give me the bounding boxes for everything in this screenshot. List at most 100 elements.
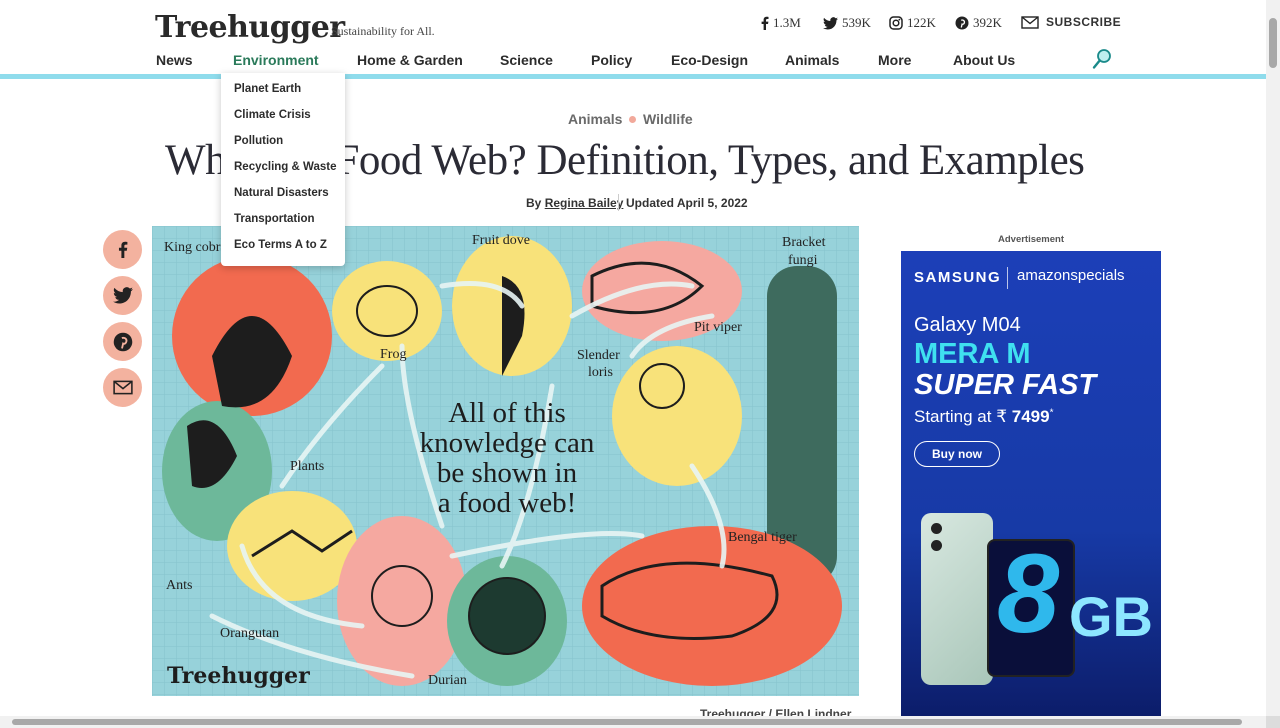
label-bracket-fungi-2: fungi [788,253,818,268]
menu-item-pollution[interactable]: Pollution [234,135,283,147]
search-button[interactable] [1092,48,1112,75]
environment-dropdown-menu: Planet Earth Climate Crisis Pollution Re… [221,73,345,266]
site-tagline: Sustainability for All. [331,24,435,38]
food-web-illustration: King cobra Frog Fruit dove Pit viper Bra… [152,226,859,696]
nav-eco-design[interactable]: Eco-Design [671,52,748,68]
instagram-count: 122K [907,15,936,30]
menu-item-climate-crisis[interactable]: Climate Crisis [234,109,311,121]
ad-price-suffix: * [1049,407,1054,419]
ad-brand-divider [1007,267,1008,289]
share-twitter-button[interactable] [103,276,142,315]
ad-ram-number: 8 [997,531,1060,656]
facebook-link[interactable]: 1.3M [760,15,801,31]
ad-label: Advertisement [998,234,1064,245]
orangutan-blob [337,516,467,686]
share-facebook-button[interactable] [103,230,142,269]
ant-blob [227,491,357,601]
label-fruit-dove: Fruit dove [472,233,530,248]
nav-home-garden[interactable]: Home & Garden [357,52,463,68]
instagram-link[interactable]: 122K [889,15,936,31]
pinterest-icon [113,332,132,351]
label-durian: Durian [428,673,467,688]
pinterest-icon [955,16,969,30]
nav-news[interactable]: News [156,52,193,68]
instagram-icon [889,16,903,30]
breadcrumb: Animals [568,111,622,127]
ad-brand-samsung: SAMSUNG [914,269,1002,286]
label-plants: Plants [290,459,324,474]
ad-price: 7499 [1011,407,1050,426]
author-link[interactable]: Regina Bailey [545,196,624,210]
share-pinterest-button[interactable] [103,322,142,361]
label-king-cobra: King cobra [164,240,227,255]
email-icon [112,380,133,395]
search-icon [1092,49,1111,69]
hero-watermark: Treehugger [167,663,310,689]
breadcrumb-wildlife-wrap: Wildlife [643,111,693,127]
facebook-icon [761,16,769,30]
share-email-button[interactable] [103,368,142,407]
ad-phone-image [921,513,993,685]
loris-blob [612,346,742,486]
breadcrumb-separator [629,116,636,123]
nav-environment[interactable]: Environment [233,52,319,68]
ad-ram-unit: GB [1069,585,1153,648]
menu-item-recycling-waste[interactable]: Recycling & Waste [234,161,336,173]
hero-image: King cobra Frog Fruit dove Pit viper Bra… [152,226,859,696]
ad-price-prefix: Starting at ₹ [914,407,1008,426]
twitter-link[interactable]: 539K [823,15,871,31]
subscribe-label: SUBSCRIBE [1046,15,1122,29]
byline: By Regina Bailey [526,196,623,210]
ad-headline-1: MERA M [914,338,1031,370]
pinterest-count: 392K [973,15,1002,30]
ad-buy-now-button[interactable]: Buy now [914,441,1000,467]
label-bengal-tiger: Bengal tiger [728,530,797,545]
pinterest-link[interactable]: 392K [955,15,1002,31]
label-bracket-fungi-1: Bracket [782,235,826,250]
breadcrumb-wildlife[interactable]: Wildlife [643,111,693,127]
twitter-icon [823,16,838,29]
ad-model: Galaxy M04 [914,314,1021,336]
menu-item-natural-disasters[interactable]: Natural Disasters [234,187,329,199]
vertical-scrollbar[interactable] [1266,0,1280,716]
menu-item-planet-earth[interactable]: Planet Earth [234,83,301,95]
advertisement-banner[interactable]: SAMSUNG amazonspecials Galaxy M04 MERA M… [901,251,1161,716]
site-logo[interactable]: Treehugger [155,10,345,45]
scrollbar-corner [1266,716,1280,728]
nav-policy[interactable]: Policy [591,52,632,68]
tiger-blob [582,526,842,686]
menu-item-transportation[interactable]: Transportation [234,213,315,225]
nav-about-us[interactable]: About Us [953,52,1015,68]
nav-science[interactable]: Science [500,52,553,68]
center-line-4: a food web! [438,487,577,519]
twitter-count: 539K [842,15,871,30]
label-ants: Ants [166,578,192,593]
byline-divider [618,194,619,211]
updated-date: Updated April 5, 2022 [626,196,748,210]
site-header: Treehugger Sustainability for All. 1.3M … [0,0,1266,80]
nav-accent-bar [0,74,1266,79]
center-line-1: All of this [448,397,566,429]
ad-price-line: Starting at ₹ 7499* [914,407,1054,427]
horizontal-scrollbar[interactable] [0,716,1266,728]
subscribe-button[interactable]: SUBSCRIBE [1021,15,1121,29]
ad-headline-2: SUPER FAST [914,369,1097,401]
label-frog: Frog [380,347,406,362]
facebook-count: 1.3M [773,15,801,30]
label-slender-loris-2: loris [588,365,613,380]
nav-more[interactable]: More [878,52,911,68]
menu-item-eco-terms[interactable]: Eco Terms A to Z [234,239,327,251]
nav-animals[interactable]: Animals [785,52,839,68]
durian-shape [468,577,546,655]
label-slender-loris-1: Slender [577,348,620,363]
byline-prefix: By [526,196,542,210]
label-pit-viper: Pit viper [694,320,742,335]
center-line-2: knowledge can [420,427,595,459]
facebook-icon [118,241,128,259]
center-line-3: be shown in [437,457,578,489]
breadcrumb-animals[interactable]: Animals [568,111,622,127]
email-icon [1021,15,1039,29]
ad-brand-amazon: amazonspecials [1017,267,1125,284]
label-orangutan: Orangutan [220,626,279,641]
frog-blob [332,261,442,361]
